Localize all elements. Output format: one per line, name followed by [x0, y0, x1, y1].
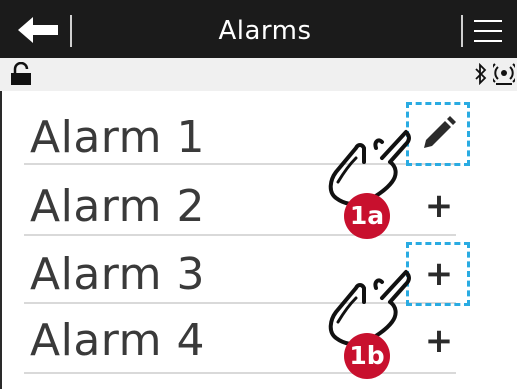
- lock-icon: [11, 62, 31, 85]
- wireless-icon: [493, 63, 515, 85]
- back-arrow-icon: [18, 17, 58, 43]
- alarm-2-label[interactable]: Alarm 2: [30, 182, 205, 232]
- add-alarm-2-button[interactable]: +: [419, 189, 459, 223]
- header-bar: Alarms: [0, 0, 517, 58]
- status-bar: [0, 58, 517, 91]
- callout-badge-1a: 1a: [344, 193, 390, 239]
- menu-button[interactable]: [474, 20, 506, 46]
- add-alarm-3-button[interactable]: +: [419, 257, 459, 291]
- row-divider: [24, 372, 456, 374]
- add-alarm-4-button[interactable]: +: [419, 324, 459, 358]
- alarm-3-label[interactable]: Alarm 3: [30, 250, 205, 300]
- pencil-icon: [424, 116, 456, 148]
- alarms-screen: Alarms Alarm 1 Alarm 2 + Alarm 3 + Alarm…: [0, 0, 517, 389]
- edit-alarm-1-button[interactable]: [420, 116, 456, 156]
- alarm-4-label[interactable]: Alarm 4: [30, 316, 205, 366]
- bluetooth-icon: [475, 63, 487, 85]
- page-title: Alarms: [218, 16, 312, 46]
- row-divider: [24, 234, 456, 236]
- header-divider: [461, 15, 463, 47]
- alarm-1-label[interactable]: Alarm 1: [30, 113, 205, 163]
- list-border: [0, 91, 2, 389]
- callout-badge-1b: 1b: [344, 333, 390, 379]
- header-divider: [70, 15, 72, 47]
- back-button[interactable]: [16, 15, 62, 45]
